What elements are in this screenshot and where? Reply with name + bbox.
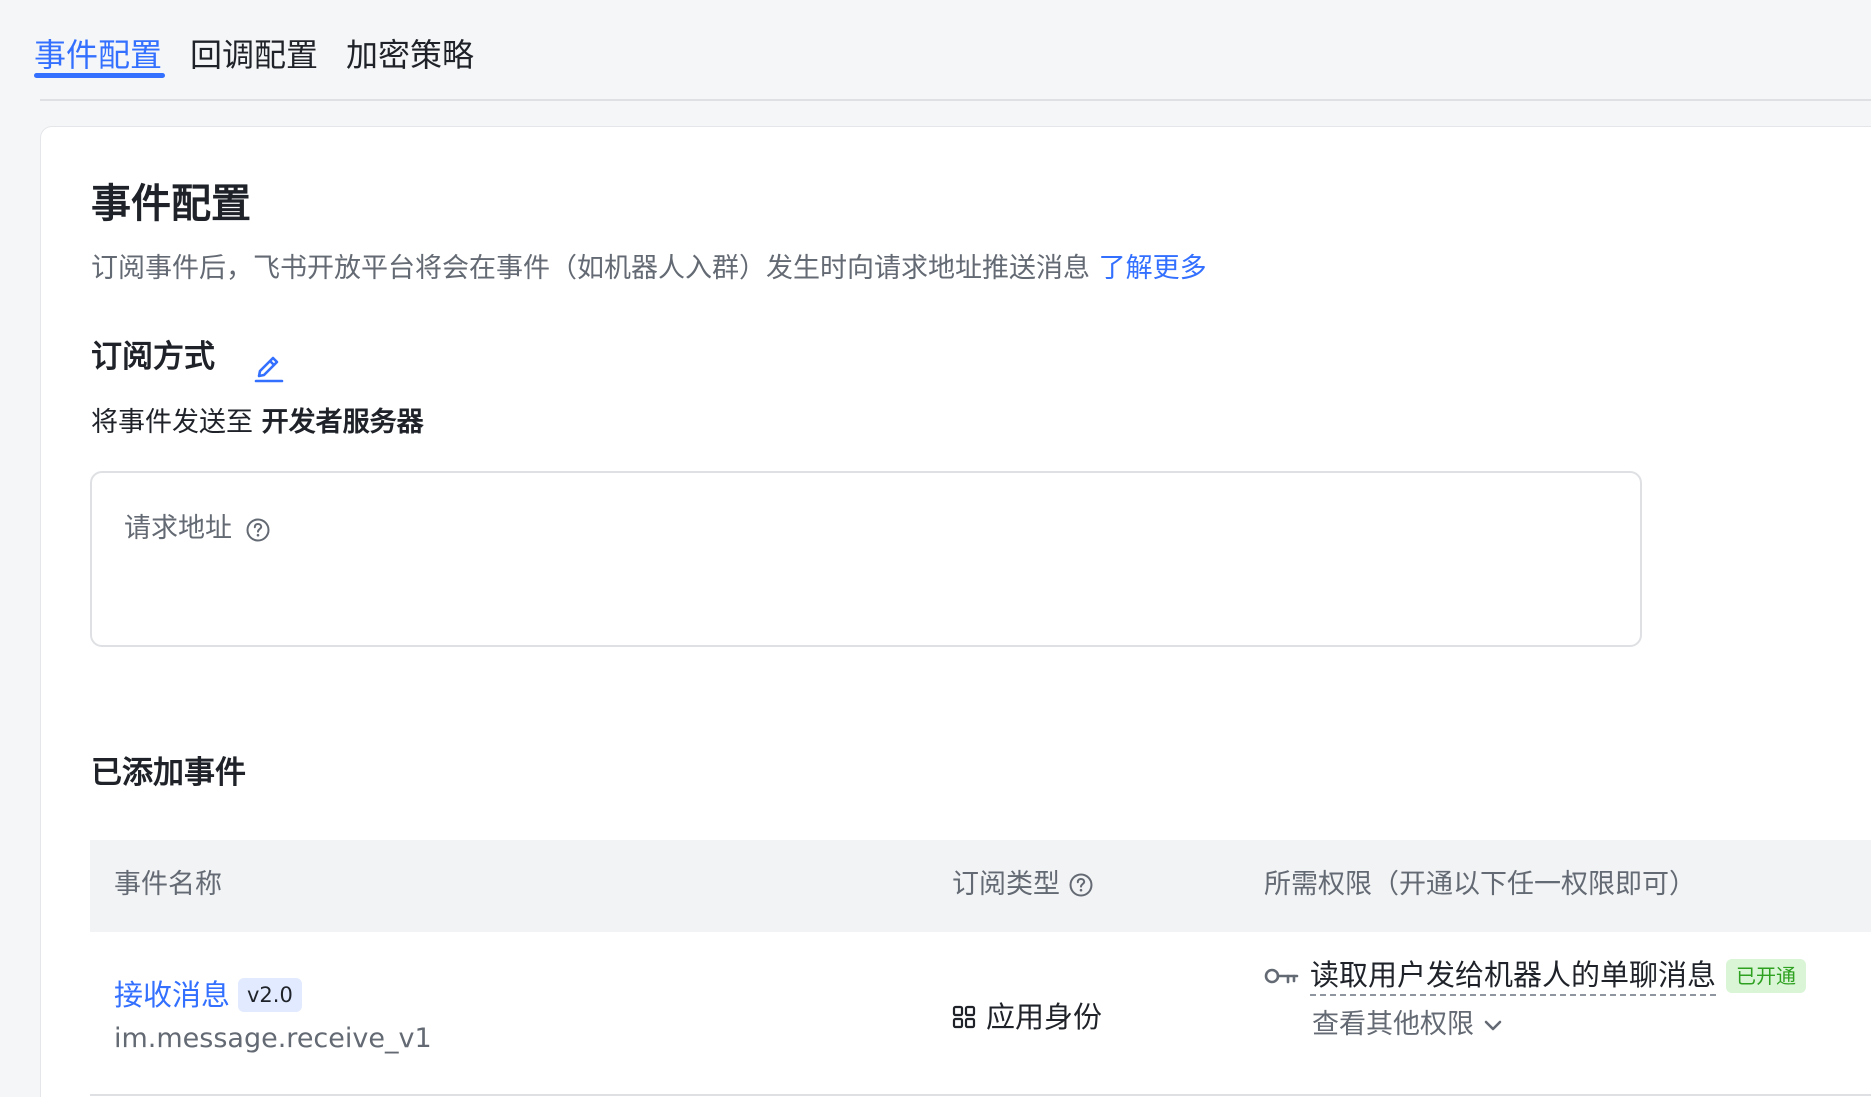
event-name-link[interactable]: 接收消息 [114, 976, 230, 1014]
column-header-type: 订阅类型 [952, 866, 1094, 904]
learn-more-link[interactable]: 了解更多 [1099, 253, 1207, 284]
active-tab-indicator [34, 73, 165, 78]
event-config-card: 事件配置 订阅事件后，飞书开放平台将会在事件（如机器人入群）发生时向请求地址推送… [40, 126, 1871, 1097]
chevron-down-icon [1484, 1020, 1502, 1031]
view-other-permissions-button[interactable]: 查看其他权限 [1312, 1006, 1504, 1044]
help-icon[interactable] [245, 517, 271, 543]
tab-bar: 事件配置 回调配置 加密策略 [34, 0, 1871, 101]
tab-event-config[interactable]: 事件配置 [34, 34, 165, 78]
request-url-panel: 请求地址 [90, 471, 1642, 647]
key-icon [1264, 968, 1299, 984]
event-key: im.message.receive_v1 [114, 1023, 432, 1054]
grid-icon [952, 1005, 976, 1029]
column-header-type-label: 订阅类型 [952, 869, 1060, 900]
tab-label: 事件配置 [34, 36, 163, 74]
subscription-method-title: 订阅方式 [91, 339, 215, 375]
page-title: 事件配置 [91, 181, 251, 227]
permission-item: 读取用户发给机器人的单聊消息 已开通 [1264, 954, 1807, 998]
tab-encryption-strategy[interactable]: 加密策略 [346, 34, 474, 76]
tab-label: 回调配置 [190, 36, 319, 74]
column-header-name: 事件名称 [114, 869, 222, 900]
tab-label: 加密策略 [346, 36, 475, 74]
edit-icon[interactable] [253, 349, 285, 383]
added-events-title: 已添加事件 [91, 755, 246, 791]
tab-callback-config[interactable]: 回调配置 [190, 34, 318, 76]
request-url-label: 请求地址 [124, 511, 271, 547]
table-row: 接收消息 v2.0 im.message.receive_v1 应用身份 读取用… [90, 932, 1871, 1096]
description-text: 订阅事件后，飞书开放平台将会在事件（如机器人入群）发生时向请求地址推送消息 [91, 253, 1090, 284]
version-badge: v2.0 [238, 978, 302, 1012]
column-header-permission: 所需权限（开通以下任一权限即可） [1264, 869, 1696, 900]
table-header: 事件名称 订阅类型 所需权限（开通以下任一权限即可） [90, 840, 1871, 932]
send-prefix: 将事件发送至 [91, 407, 262, 438]
permission-name[interactable]: 读取用户发给机器人的单聊消息 [1310, 956, 1717, 996]
status-badge: 已开通 [1726, 959, 1807, 993]
subscription-type-label: 应用身份 [986, 1000, 1103, 1034]
page-description: 订阅事件后，飞书开放平台将会在事件（如机器人入群）发生时向请求地址推送消息 了解… [91, 251, 1207, 287]
view-other-permissions-label: 查看其他权限 [1312, 1009, 1474, 1040]
subscription-type: 应用身份 [952, 998, 1102, 1036]
send-target: 开发者服务器 [261, 407, 424, 438]
request-url-label-text: 请求地址 [124, 513, 232, 544]
help-icon[interactable] [1068, 872, 1094, 898]
send-destination: 将事件发送至 开发者服务器 [91, 405, 424, 441]
